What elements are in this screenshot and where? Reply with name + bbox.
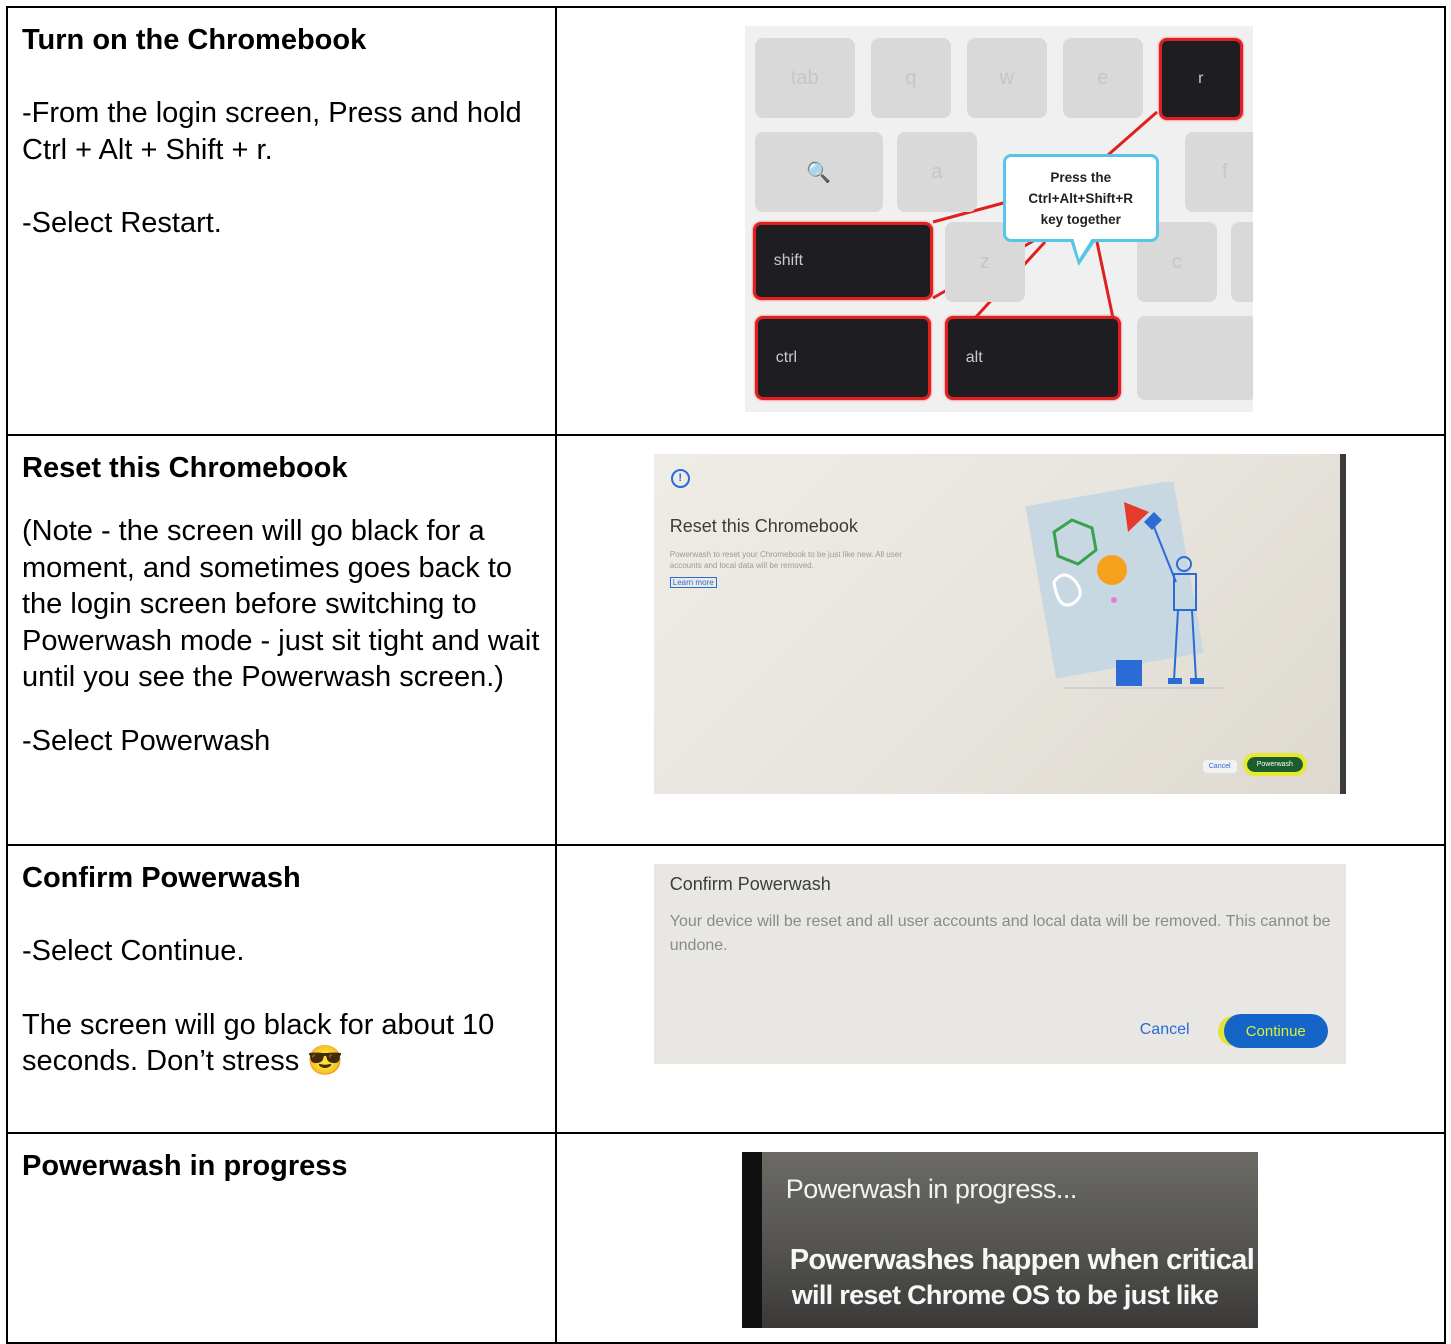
step-note: The screen will go black for about 10 se…	[22, 1008, 495, 1078]
cancel-button[interactable]: Cancel	[1202, 760, 1237, 773]
learn-more-link[interactable]: Learn more	[669, 577, 717, 588]
step-instruction: -Select Continue.	[22, 935, 245, 967]
table-row: Reset this Chromebook (Note - the screen…	[6, 434, 1447, 846]
step-instruction: -Select Powerwash	[22, 724, 271, 757]
table-row: Turn on the Chromebook -From the login s…	[6, 6, 1447, 436]
reset-title: Reset this Chromebook	[669, 516, 858, 536]
key-q: q	[870, 38, 951, 118]
key-f: f	[1184, 132, 1253, 212]
step-image-cell: tab q w e r 🔍 a f shift z c ctrl alt Pre	[554, 6, 1447, 436]
cancel-button[interactable]: Cancel	[1140, 1021, 1190, 1039]
key-partial	[1230, 222, 1253, 302]
step-heading: Turn on the Chromebook	[22, 24, 367, 56]
key-space	[1136, 316, 1253, 400]
key-a: a	[896, 132, 977, 212]
key-w: w	[966, 38, 1047, 118]
instructions-table: Turn on the Chromebook -From the login s…	[6, 6, 1447, 1344]
step-instruction: -Select Restart.	[22, 207, 222, 239]
keyboard-image: tab q w e r 🔍 a f shift z c ctrl alt Pre	[744, 26, 1253, 412]
screen-edge	[741, 1152, 762, 1328]
table-row: Confirm Powerwash -Select Continue. The …	[6, 844, 1447, 1134]
step-heading: Reset this Chromebook	[22, 452, 348, 484]
screen-edge	[1339, 454, 1346, 794]
continue-button[interactable]: Continue	[1223, 1014, 1328, 1048]
progress-title: Powerwash in progress...	[785, 1174, 1078, 1204]
progress-body-line: Powerwashes happen when critical	[789, 1244, 1255, 1276]
step-heading: Powerwash in progress	[22, 1150, 348, 1182]
key-e: e	[1062, 38, 1143, 118]
step-instruction: -From the login screen, Press and hold C…	[22, 97, 522, 166]
key-shift: shift	[752, 222, 933, 300]
info-icon: !	[670, 469, 690, 488]
step-text-cell: Turn on the Chromebook -From the login s…	[6, 6, 557, 436]
step-text-cell: Powerwash in progress	[6, 1132, 557, 1344]
table-row: Powerwash in progress Powerwash in progr…	[6, 1132, 1447, 1344]
step-image-cell: ! Reset this Chromebook Powerwash to res…	[554, 434, 1447, 846]
step-note: (Note - the screen will go black for a m…	[22, 515, 540, 693]
callout-line: key together	[1040, 211, 1121, 227]
key-tab: tab	[754, 38, 855, 118]
progress-body-line: will reset Chrome OS to be just like	[791, 1280, 1219, 1310]
key-search: 🔍	[754, 132, 883, 212]
key-r: r	[1158, 38, 1243, 120]
confirm-body: Your device will be reset and all user a…	[669, 913, 1331, 954]
key-ctrl: ctrl	[754, 316, 931, 400]
step-image-cell: Confirm Powerwash Your device will be re…	[554, 844, 1447, 1134]
key-alt: alt	[944, 316, 1121, 400]
step-heading: Confirm Powerwash	[22, 862, 301, 894]
reset-screen-image: ! Reset this Chromebook Powerwash to res…	[653, 454, 1346, 794]
progress-screen-image: Powerwash in progress... Powerwashes hap…	[741, 1152, 1258, 1328]
callout-line: Press the	[1050, 169, 1112, 185]
keyboard-callout: Press the Ctrl+Alt+Shift+R key together	[1002, 154, 1159, 242]
callout-tail-inner	[1068, 237, 1093, 259]
step-text-cell: Reset this Chromebook (Note - the screen…	[6, 434, 557, 846]
powerwash-button[interactable]: Powerwash	[1242, 753, 1307, 776]
callout-line: Ctrl+Alt+Shift+R	[1028, 190, 1134, 206]
confirm-title: Confirm Powerwash	[669, 874, 831, 894]
powerwash-illustration	[1025, 482, 1224, 689]
reset-body: Powerwash to reset your Chromebook to be…	[669, 550, 902, 570]
step-image-cell: Powerwash in progress... Powerwashes hap…	[554, 1132, 1447, 1344]
confirm-screen-image: Confirm Powerwash Your device will be re…	[653, 864, 1346, 1064]
step-text-cell: Confirm Powerwash -Select Continue. The …	[6, 844, 557, 1134]
